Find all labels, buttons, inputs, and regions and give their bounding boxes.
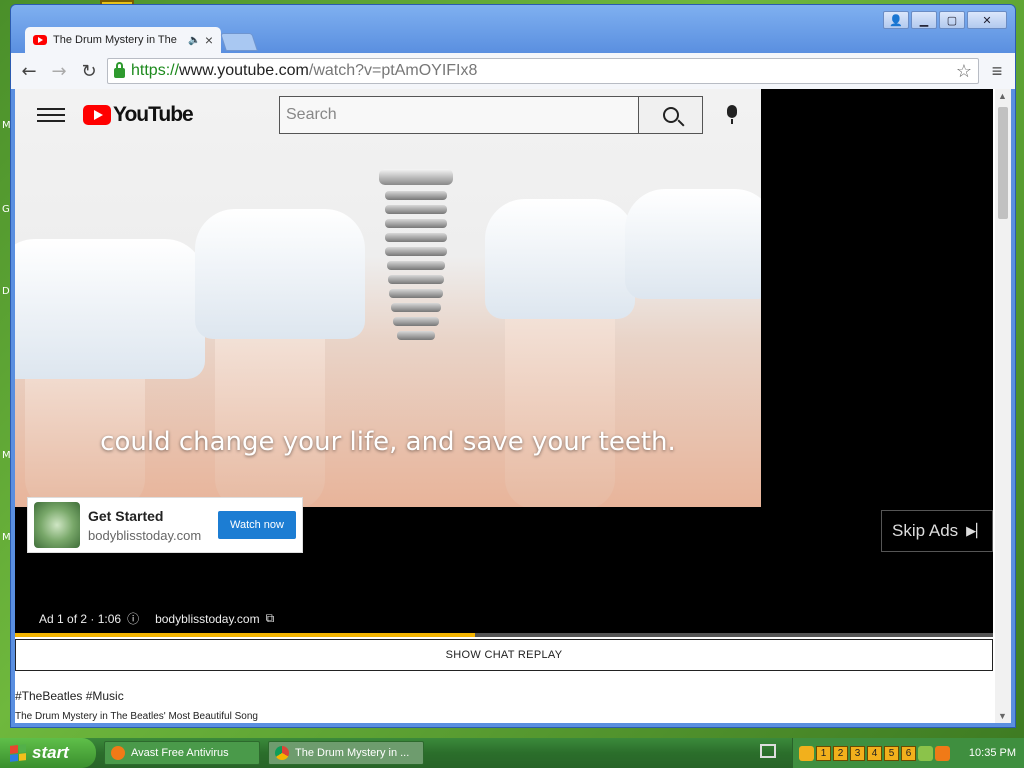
youtube-header: YouTube Search <box>15 89 761 141</box>
video-caption: could change your life, and save your te… <box>100 427 676 457</box>
ad-progress-fill <box>15 633 475 637</box>
menu-icon[interactable]: ≡ <box>985 61 1009 82</box>
video-frame[interactable]: could change your life, and save your te… <box>15 89 761 507</box>
taskbar-item-label: The Drum Mystery in ... <box>295 747 410 759</box>
browser-window: The Drum Mystery in The 🔈 × 👤 ▁ ▢ ✕ ← → … <box>10 4 1016 728</box>
taskbar-item-label: Avast Free Antivirus <box>131 747 229 759</box>
tooth <box>625 189 761 299</box>
tray-number-icon[interactable]: 5 <box>884 745 899 761</box>
user-icon[interactable]: 👤 <box>883 11 909 29</box>
start-button[interactable]: start <box>0 738 96 768</box>
tray-number-icon[interactable]: 2 <box>833 745 848 761</box>
search-icon <box>662 107 679 123</box>
tray-number-icon[interactable]: 1 <box>816 745 831 761</box>
title-bar: The Drum Mystery in The 🔈 × 👤 ▁ ▢ ✕ <box>11 5 1015 53</box>
bookmark-star-icon[interactable]: ☆ <box>956 61 972 82</box>
new-tab-button[interactable] <box>220 33 258 51</box>
avast-tray-icon[interactable] <box>935 745 950 761</box>
external-link-icon: ⧉ <box>265 611 275 625</box>
taskbar-item-chrome[interactable]: The Drum Mystery in ... <box>268 741 424 765</box>
chrome-icon <box>275 746 289 760</box>
lock-icon <box>114 62 125 78</box>
reload-button[interactable]: ↻ <box>77 59 101 83</box>
speaker-icon[interactable]: 🔈 <box>188 35 200 46</box>
url-scheme: https:// <box>131 62 180 79</box>
browser-toolbar: ← → ↻ https:// www.youtube.com /watch?v=… <box>11 53 1015 89</box>
ad-thumbnail <box>34 502 80 548</box>
tooth <box>15 239 205 379</box>
youtube-logo-text: YouTube <box>113 103 194 126</box>
show-chat-replay-button[interactable]: SHOW CHAT REPLAY <box>15 639 993 671</box>
page-scrollbar[interactable]: ▲ ▼ <box>995 89 1011 723</box>
url-host: www.youtube.com <box>179 62 309 79</box>
page-viewport: could change your life, and save your te… <box>15 89 1011 723</box>
desktop-icon-label: D <box>2 286 10 297</box>
ad-progress-bar[interactable] <box>15 633 993 637</box>
minimize-button[interactable]: ▁ <box>911 11 937 29</box>
scroll-up-icon[interactable]: ▲ <box>998 91 1007 101</box>
youtube-play-icon <box>83 105 111 125</box>
skip-ads-button[interactable]: Skip Ads ▶▏ <box>881 510 993 552</box>
hamburger-menu-icon[interactable] <box>37 105 65 125</box>
tab-close-icon[interactable]: × <box>205 32 213 48</box>
tooth-root <box>505 299 615 507</box>
search-button[interactable] <box>639 96 703 134</box>
tooth <box>195 209 365 339</box>
window-controls: 👤 ▁ ▢ ✕ <box>883 11 1007 29</box>
skip-next-icon: ▶▏ <box>966 523 987 538</box>
dental-implant-image <box>379 169 453 353</box>
avast-icon <box>111 746 125 760</box>
tooth-root <box>215 319 325 507</box>
address-bar[interactable]: https:// www.youtube.com /watch?v=ptAmOY… <box>107 58 979 84</box>
keyboard-icon[interactable] <box>760 744 776 758</box>
skip-ads-label: Skip Ads <box>892 521 959 540</box>
tray-app-icon[interactable] <box>799 745 814 761</box>
tray-app-icon[interactable] <box>918 745 933 761</box>
tooth <box>485 199 635 319</box>
scrollbar-thumb[interactable] <box>998 107 1008 219</box>
ad-info: Ad 1 of 2 · 1:06 ⓘ bodyblisstoday.com ⧉ <box>39 610 274 627</box>
info-icon[interactable]: ⓘ <box>127 610 139 627</box>
search-input[interactable]: Search <box>279 96 639 134</box>
maximize-button[interactable]: ▢ <box>939 11 965 29</box>
tray-number-icon[interactable]: 3 <box>850 745 865 761</box>
tray-number-icon[interactable]: 6 <box>901 745 916 761</box>
watch-now-button[interactable]: Watch now <box>218 511 296 539</box>
ad-card[interactable]: Get Started bodyblisstoday.com Watch now <box>27 497 303 553</box>
desktop-icon-label: G <box>2 204 10 215</box>
youtube-logo[interactable]: YouTube <box>83 103 194 127</box>
ad-counter: Ad 1 of 2 · 1:06 <box>39 611 122 626</box>
system-tray: 1 2 3 4 5 6 10:35 PM <box>792 738 1024 768</box>
clock: 10:35 PM <box>968 747 1016 759</box>
windows-flag-icon <box>10 744 26 762</box>
video-player[interactable]: could change your life, and save your te… <box>15 89 993 637</box>
browser-tab[interactable]: The Drum Mystery in The 🔈 × <box>25 27 221 53</box>
scroll-down-icon[interactable]: ▼ <box>998 711 1007 721</box>
video-title: The Drum Mystery in The Beatles' Most Be… <box>15 711 258 722</box>
ad-link[interactable]: bodyblisstoday.com <box>155 612 260 626</box>
ad-text: Get Started bodyblisstoday.com <box>88 508 218 543</box>
ad-domain: bodyblisstoday.com <box>88 527 202 543</box>
start-label: start <box>32 743 69 762</box>
video-hashtags[interactable]: #TheBeatles #Music <box>15 689 124 703</box>
tray-number-icon[interactable]: 4 <box>867 745 882 761</box>
back-button[interactable]: ← <box>17 59 41 83</box>
youtube-favicon-icon <box>33 35 47 45</box>
close-button[interactable]: ✕ <box>967 11 1007 29</box>
microphone-icon[interactable] <box>727 105 737 125</box>
forward-button[interactable]: → <box>47 59 71 83</box>
tab-title: The Drum Mystery in The <box>53 34 177 46</box>
taskbar-item-avast[interactable]: Avast Free Antivirus <box>104 741 260 765</box>
ad-title: Get Started <box>88 507 164 524</box>
url-path: /watch?v=ptAmOYIFIx8 <box>308 62 478 79</box>
